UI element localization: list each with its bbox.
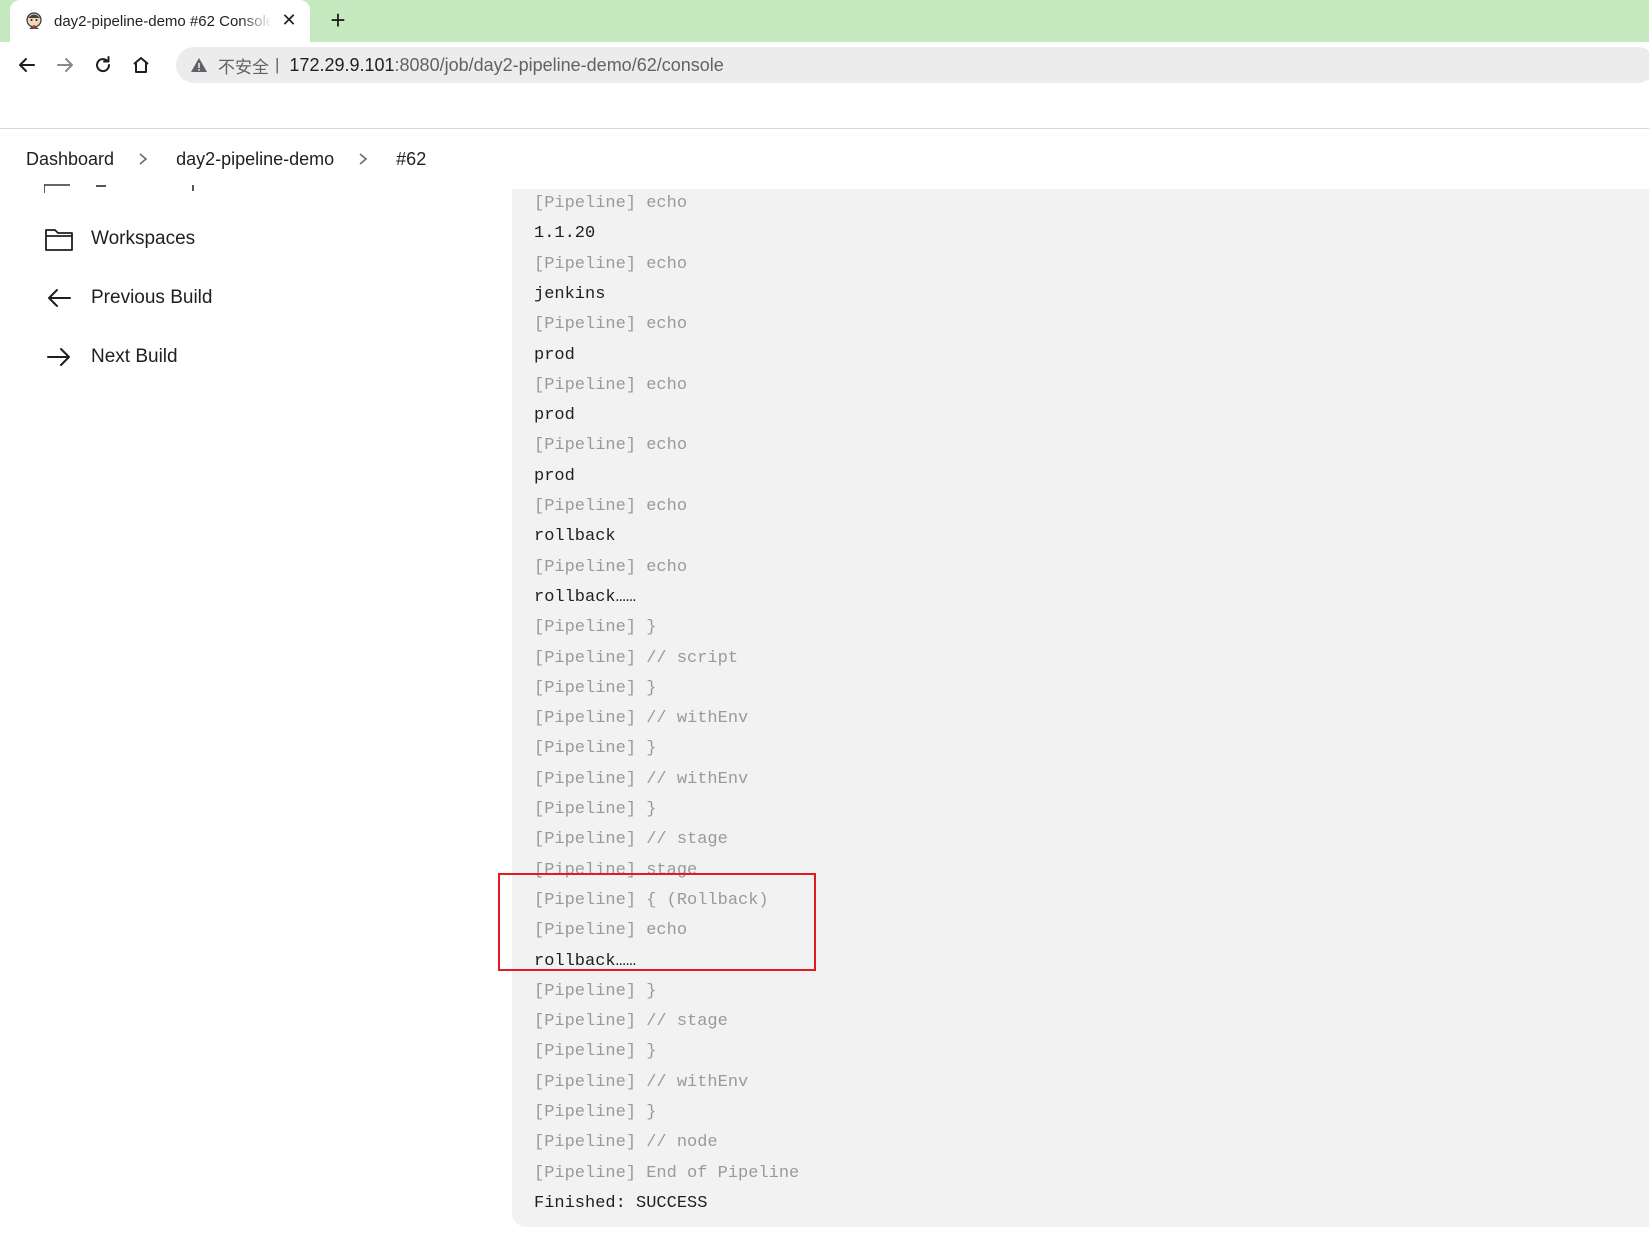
breadcrumb-job[interactable]: day2-pipeline-demo [176,149,334,170]
console-line: [Pipeline] } [534,739,657,758]
address-separator: | [275,55,280,74]
jenkins-favicon-icon [26,12,42,29]
sidebar-item-label: Workspaces [91,228,196,249]
console-line: [Pipeline] echo [534,558,688,577]
console-line: prod [534,467,575,486]
console-line: [Pipeline] } [534,1042,657,1061]
back-arrow-icon [19,58,35,72]
console-line: [Pipeline] echo [534,315,688,334]
console-line: rollback…… [534,952,637,971]
reload-button[interactable] [90,52,116,78]
sidebar-item-previous-build[interactable]: Previous Build [44,278,212,318]
console-line: [Pipeline] // script [534,649,739,668]
arrow-left-icon [44,283,74,313]
home-icon [133,57,149,73]
sidebar-item-cut-off [44,175,224,193]
console-line: Finished: SUCCESS [534,1194,708,1213]
cut-off-item-icon [44,184,194,193]
forward-arrow-icon [57,58,73,72]
console-line: [Pipeline] // node [534,1133,718,1152]
console-line: [Pipeline] } [534,800,657,819]
tab-close-icon[interactable]: ✕ [280,11,298,29]
console-line: [Pipeline] } [534,679,657,698]
console-line: prod [534,346,575,365]
forward-button[interactable] [52,52,78,78]
console-line: [Pipeline] echo [534,436,688,455]
home-button[interactable] [128,52,154,78]
console-line: jenkins [534,285,606,304]
insecure-label[interactable]: 不安全 [218,53,269,78]
sidebar-item-workspaces[interactable]: Workspaces [44,219,195,259]
console-line: [Pipeline] echo [534,497,688,516]
chevron-right-icon [139,153,148,165]
chevron-right-icon [359,153,368,165]
tab-title: day2-pipeline-demo #62 Console [54,12,272,30]
console-output: [Pipeline] echo 1.1.20 [Pipeline] echo jenk… [512,189,1649,1227]
arrow-right-icon [44,342,74,372]
console-line: [Pipeline] End of Pipeline [534,1164,800,1183]
warning-triangle-icon[interactable] [190,56,208,74]
browser-tab-bar: day2-pipeline-demo #62 Console ✕ + [0,0,1649,42]
address-bar[interactable]: 不安全 | 172.29.9.101 :8080/job/day2-pipeli… [176,47,1649,83]
console-line: [Pipeline] // withEnv [534,709,749,728]
console-line: [Pipeline] echo [534,376,688,395]
browser-tab-active[interactable]: day2-pipeline-demo #62 Console ✕ [10,0,310,42]
breadcrumb-build[interactable]: #62 [396,149,426,170]
new-tab-icon[interactable]: + [326,7,350,33]
console-line: [Pipeline] // withEnv [534,1073,749,1092]
console-line: [Pipeline] // stage [534,830,728,849]
breadcrumb-dashboard[interactable]: Dashboard [26,149,114,170]
url-host: 172.29.9.101 [289,54,395,75]
reload-icon [96,56,111,73]
console-line: [Pipeline] // stage [534,1012,728,1031]
folder-icon [44,224,74,254]
console-line: [Pipeline] // withEnv [534,770,749,789]
sidebar-item-label: Next Build [91,346,178,367]
console-line: 1.1.20 [534,224,596,243]
url-path: :8080/job/day2-pipeline-demo/62/console [394,54,724,75]
console-line: [Pipeline] } [534,982,657,1001]
browser-toolbar: 不安全 | 172.29.9.101 :8080/job/day2-pipeli… [0,42,1649,88]
console-line: [Pipeline] } [534,618,657,637]
console-line: rollback…… [534,588,637,607]
breadcrumb: Dashboard day2-pipeline-demo #62 [0,129,1649,189]
console-line: [Pipeline] echo [534,194,688,213]
console-line: [Pipeline] { (Rollback) [534,891,769,910]
sidebar-item-next-build[interactable]: Next Build [44,337,178,377]
console-line: [Pipeline] echo [534,921,688,940]
console-line: [Pipeline] } [534,1103,657,1122]
sidebar: Workspaces Previous Build Next Build [0,184,510,1246]
sidebar-item-label: Previous Build [91,287,213,308]
console-line: prod [534,406,575,425]
console-line: [Pipeline] stage [534,861,698,880]
console-line: [Pipeline] echo [534,255,688,274]
console-line: rollback [534,527,616,546]
back-button[interactable] [14,52,40,78]
